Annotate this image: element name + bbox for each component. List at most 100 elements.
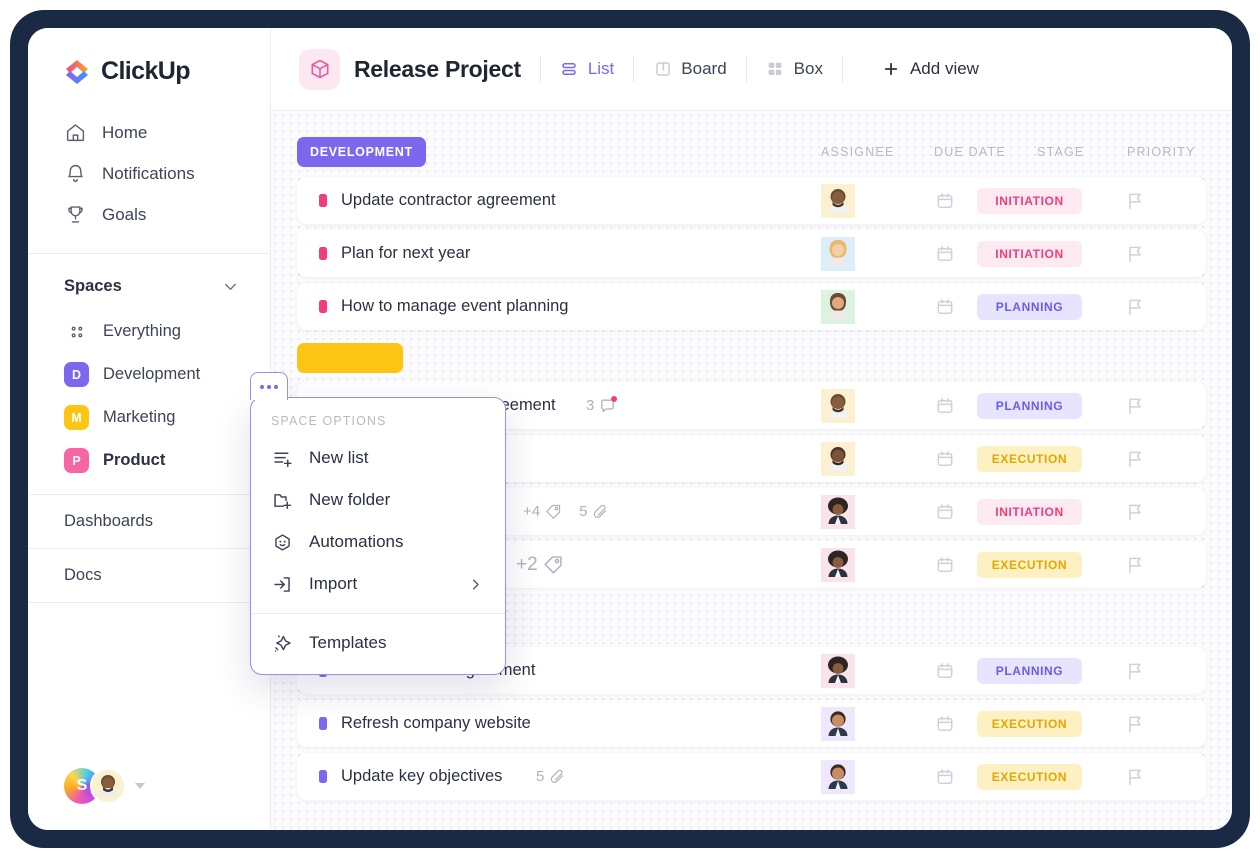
due-date-cell[interactable] [935, 191, 955, 211]
sidebar-item-home[interactable]: Home [28, 112, 270, 153]
avatar[interactable] [821, 547, 855, 582]
avatar[interactable] [821, 289, 855, 324]
task-name[interactable]: Refresh company website [341, 714, 531, 733]
assignee-cell[interactable] [821, 183, 855, 218]
priority-cell[interactable] [1125, 297, 1145, 317]
due-date-cell[interactable] [935, 714, 955, 734]
assignee-cell[interactable] [821, 759, 855, 794]
sidebar-item-product[interactable]: P Product [28, 439, 270, 482]
table-row[interactable]: Update contractor agreement INITIATION [297, 177, 1206, 224]
chevron-down-icon[interactable] [221, 277, 240, 296]
tab-list[interactable]: List [560, 59, 614, 79]
priority-cell[interactable] [1125, 449, 1145, 469]
assignee-cell[interactable] [821, 706, 855, 741]
add-view-button[interactable]: Add view [882, 59, 979, 79]
due-date-cell[interactable] [935, 297, 955, 317]
avatar[interactable] [821, 706, 855, 741]
clickup-logo[interactable]: ClickUp [28, 28, 270, 86]
column-header-assignee: ASSIGNEE [821, 144, 895, 159]
avatar[interactable] [821, 236, 855, 271]
avatar[interactable] [821, 388, 855, 423]
menu-item-new-folder[interactable]: New folder [251, 479, 505, 521]
assignee-cell[interactable] [821, 494, 855, 529]
sidebar-item-goals[interactable]: Goals [28, 194, 270, 235]
due-date-cell[interactable] [935, 502, 955, 522]
task-name[interactable]: How to manage event planning [341, 297, 569, 316]
avatar[interactable] [821, 494, 855, 529]
table-row[interactable]: Plan for next year INITIATION [297, 230, 1206, 277]
stage-cell[interactable]: PLANNING [977, 657, 1082, 684]
stage-cell[interactable]: INITIATION [977, 187, 1082, 214]
flag-icon [1129, 504, 1141, 520]
tab-box[interactable]: Box [766, 59, 823, 79]
assignee-cell[interactable] [821, 388, 855, 423]
stage-cell[interactable]: INITIATION [977, 240, 1082, 267]
flag-icon [1129, 398, 1141, 414]
tab-board[interactable]: Board [653, 59, 727, 79]
task-name[interactable]: Plan for next year [341, 244, 470, 263]
assignee-cell[interactable] [821, 289, 855, 324]
comment-count[interactable]: 3 [586, 396, 618, 414]
group-tag-2[interactable] [297, 343, 403, 373]
priority-cell[interactable] [1125, 714, 1145, 734]
device-frame: ClickUp Home Notifications Goals Spaces … [10, 10, 1250, 848]
assignee-cell[interactable] [821, 441, 855, 476]
tag-count[interactable]: +2 [516, 554, 564, 576]
stage-cell[interactable]: EXECUTION [977, 710, 1082, 737]
stage-cell[interactable]: PLANNING [977, 392, 1082, 419]
stage-cell[interactable]: EXECUTION [977, 551, 1082, 578]
group-tag-development[interactable]: DEVELOPMENT [297, 136, 426, 167]
due-date-cell[interactable] [935, 555, 955, 575]
avatar[interactable] [821, 759, 855, 794]
caret-down-icon[interactable] [135, 783, 145, 789]
sidebar-item-development[interactable]: D Development [28, 353, 270, 396]
priority-cell[interactable] [1125, 502, 1145, 522]
task-name[interactable]: Update contractor agreement [341, 191, 556, 210]
avatar[interactable] [821, 183, 855, 218]
table-row[interactable]: Update key objectives 5 EXECUTION [297, 753, 1206, 800]
priority-cell[interactable] [1125, 244, 1145, 264]
due-date-cell[interactable] [935, 449, 955, 469]
assignee-cell[interactable] [821, 547, 855, 582]
priority-cell[interactable] [1125, 396, 1145, 416]
table-row[interactable]: How to manage event planning PLANNING [297, 283, 1206, 330]
priority-cell[interactable] [1125, 661, 1145, 681]
due-date-cell[interactable] [935, 244, 955, 264]
sidebar-item-marketing[interactable]: M Marketing [28, 396, 270, 439]
priority-cell[interactable] [1125, 555, 1145, 575]
priority-cell[interactable] [1125, 767, 1145, 787]
due-date-cell[interactable] [935, 661, 955, 681]
avatar[interactable] [90, 768, 126, 804]
avatar[interactable] [821, 653, 855, 688]
flag-icon [1129, 557, 1141, 573]
assignee-cell[interactable] [821, 236, 855, 271]
menu-item-new-list[interactable]: New list [251, 437, 505, 479]
stage-cell[interactable]: EXECUTION [977, 445, 1082, 472]
space-options-trigger[interactable] [250, 372, 288, 400]
plus-icon [882, 60, 900, 78]
user-account-area[interactable]: S [64, 768, 145, 804]
stage-cell[interactable]: PLANNING [977, 293, 1082, 320]
sidebar-divider [28, 253, 270, 254]
sidebar-item-docs[interactable]: Docs [28, 549, 270, 602]
assignee-cell[interactable] [821, 653, 855, 688]
sidebar-item-notifications[interactable]: Notifications [28, 153, 270, 194]
table-row[interactable]: Refresh company website EXECUTION [297, 700, 1206, 747]
tag-count[interactable]: +4 [523, 503, 562, 520]
menu-item-automations[interactable]: Automations [251, 521, 505, 563]
sidebar-item-dashboards[interactable]: Dashboards [28, 495, 270, 548]
menu-item-import[interactable]: Import [251, 563, 505, 605]
due-date-cell[interactable] [935, 396, 955, 416]
attachment-count[interactable]: 5 [579, 503, 609, 520]
due-date-cell[interactable] [935, 767, 955, 787]
priority-cell[interactable] [1125, 191, 1145, 211]
task-name[interactable]: Update key objectives [341, 767, 502, 786]
avatar[interactable] [821, 441, 855, 476]
attachment-count[interactable]: 5 [536, 768, 566, 785]
stage-cell[interactable]: EXECUTION [977, 763, 1082, 790]
menu-item-templates[interactable]: Templates [251, 622, 505, 664]
attachment-count-value: 5 [579, 503, 588, 520]
sidebar-item-everything[interactable]: Everything [28, 310, 270, 353]
spaces-section-header[interactable]: Spaces [28, 262, 270, 310]
stage-cell[interactable]: INITIATION [977, 498, 1082, 525]
